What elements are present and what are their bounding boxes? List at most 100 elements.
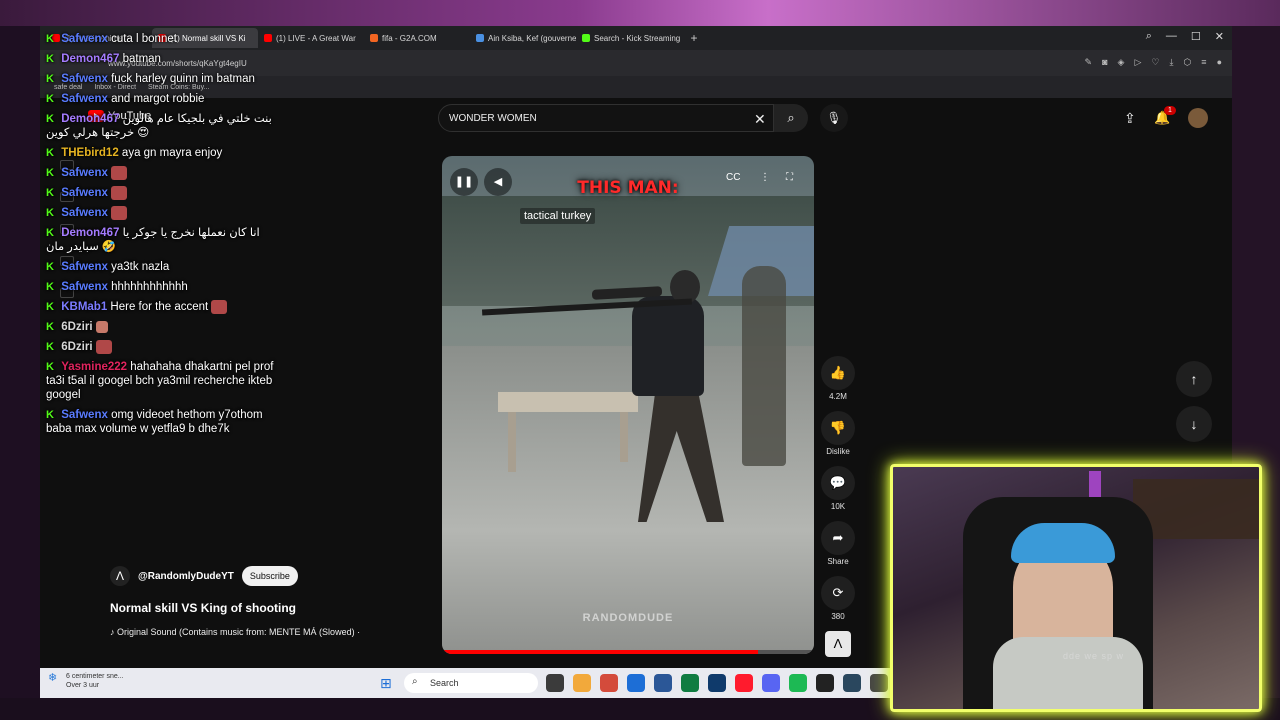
weather-widget[interactable]: ❄ 6 centimeter sne... Over 3 uur	[48, 672, 124, 690]
play-icon[interactable]: ▷	[1134, 57, 1141, 68]
heart-icon[interactable]: ♡	[1151, 57, 1159, 68]
taskbar-apps	[546, 674, 888, 692]
tab-4[interactable]: Ain Ksiba, Kef (gouvernem	[470, 28, 576, 48]
sound-avatar[interactable]: Ʌ	[825, 631, 851, 657]
kick-icon: K	[46, 261, 54, 274]
captions-icon[interactable]: CC	[726, 172, 740, 183]
edit-icon[interactable]: ✎	[1085, 57, 1093, 68]
taskbar-search-label: Search	[430, 678, 459, 688]
dislike-button[interactable]: 👎 Dislike	[818, 411, 858, 456]
profile-icon[interactable]: ●	[1217, 57, 1222, 68]
video-progress-fill	[442, 650, 759, 654]
camera-icon[interactable]: ◙	[1102, 57, 1107, 68]
sound-info[interactable]: ♪ Original Sound (Contains music from: M…	[110, 627, 360, 637]
volume-icon: ◀	[493, 176, 503, 188]
video-caption: tactical turkey	[520, 208, 596, 224]
chat-username: Yasmine222	[61, 361, 128, 374]
chat-message: K Yasmine222 hahahaha dhakartni pel prof…	[46, 360, 286, 402]
sweater-text: dde we sp w	[1063, 651, 1125, 661]
new-tab-button[interactable]: +	[686, 30, 702, 46]
like-button[interactable]: 👍 4.2M	[818, 356, 858, 401]
channel-avatar[interactable]: Ʌ	[110, 566, 130, 586]
comments-button[interactable]: 💬 10K	[818, 466, 858, 511]
search-button[interactable]: ⌕	[774, 104, 808, 132]
pause-button[interactable]: ❚❚	[450, 168, 478, 196]
kick-icon: K	[46, 33, 54, 45]
subscribe-button[interactable]: Subscribe	[241, 566, 298, 586]
more-options-icon[interactable]: ⋮	[760, 172, 770, 183]
share-button[interactable]: ➦ Share	[818, 521, 858, 566]
edge-icon[interactable]	[627, 674, 645, 692]
maximize-icon[interactable]: ☐	[1191, 30, 1201, 43]
tab-5[interactable]: Search - Kick Streaming	[576, 28, 682, 48]
upload-icon[interactable]: ⇪	[1124, 110, 1136, 127]
outlook-icon[interactable]	[654, 674, 672, 692]
tab-3[interactable]: fifa - G2A.COM	[364, 28, 470, 48]
volume-button[interactable]: ◀	[484, 168, 512, 196]
search-input[interactable]: WONDER WOMEN	[438, 104, 774, 132]
short-video-player[interactable]: THIS MAN: tactical turkey ❚❚ ◀ CC ⋮ ⛶ RA…	[442, 156, 814, 654]
video-watermark: RANDOMDUDE	[582, 612, 674, 624]
copilot-icon[interactable]	[573, 674, 591, 692]
chat-message: K Demon467 انا كان نعملها نخرج يا جوكر ي…	[46, 226, 286, 254]
stream-background-left	[0, 26, 40, 720]
dislike-label: Dislike	[826, 447, 850, 456]
chat-text: Here for the accent	[110, 301, 209, 314]
cube-icon[interactable]: ⬡	[1183, 57, 1191, 68]
chat-message: K Safwenx and margot robbie	[46, 92, 286, 106]
share-icon: ➦	[821, 521, 855, 555]
xbox-icon[interactable]	[681, 674, 699, 692]
minimize-icon[interactable]: —	[1166, 30, 1177, 43]
thumbs-down-icon: 👎	[821, 411, 855, 445]
thumbs-up-icon: 👍	[821, 356, 855, 390]
previous-short-button[interactable]: ↑	[1176, 361, 1212, 397]
taskbar-search[interactable]: ⌕ Search	[404, 673, 538, 693]
close-icon[interactable]: ✕	[1215, 30, 1224, 43]
remix-button[interactable]: ⟳ 380	[818, 576, 858, 621]
snow-icon: ❄	[48, 672, 58, 684]
search-icon: ⌕	[787, 110, 795, 125]
short-actions: 👍 4.2M 👎 Dislike 💬 10K ➦ Share ⟳ 380 Ʌ	[818, 356, 858, 657]
video-progress-bar[interactable]	[442, 650, 814, 654]
chat-text: batman	[122, 53, 161, 65]
chat-message: K Safwenx ya3tk nazla	[46, 260, 286, 274]
kick-icon: K	[46, 113, 54, 125]
tab-label: Search - Kick Streaming	[594, 33, 681, 43]
fullscreen-icon[interactable]: ⛶	[786, 172, 793, 183]
chat-username: Demon467	[61, 227, 120, 240]
comment-icon: 💬	[821, 466, 855, 500]
toolbar-icons: ✎ ◙ ◈ ▷ ♡ ⤓ ⬡ ≡ ●	[1085, 57, 1222, 68]
menu-icon[interactable]: ≡	[1201, 57, 1206, 68]
window-controls: ⌕ — ☐ ✕	[1146, 30, 1224, 43]
chat-username: Demon467	[61, 53, 120, 65]
next-short-button[interactable]: ↓	[1176, 406, 1212, 442]
opera-icon[interactable]	[735, 674, 753, 692]
spotify-icon[interactable]	[789, 674, 807, 692]
download-icon[interactable]: ⤓	[1169, 57, 1173, 68]
chat-username: 6Dziri	[61, 321, 93, 334]
chat-message: K THEbird12 aya gn mayra enjoy	[46, 146, 286, 160]
steam-icon[interactable]	[843, 674, 861, 692]
obs-icon[interactable]	[870, 674, 888, 692]
explorer-icon[interactable]	[708, 674, 726, 692]
short-title[interactable]: Normal skill VS King of shooting	[110, 601, 296, 615]
avatar[interactable]	[1188, 108, 1208, 128]
chat-message: K Safwenx	[46, 166, 286, 180]
chat-message: K 6Dziri	[46, 320, 286, 334]
capcut-icon[interactable]	[816, 674, 834, 692]
arrow-down-icon: ↓	[1190, 416, 1198, 432]
chrome-icon[interactable]	[600, 674, 618, 692]
shield-icon[interactable]: ◈	[1118, 57, 1125, 68]
search-tabs-icon[interactable]: ⌕	[1146, 30, 1152, 43]
clear-search-icon[interactable]: ✕	[754, 111, 766, 128]
voice-search-button[interactable]: 🎙	[820, 104, 848, 132]
channel-name[interactable]: @RandomlyDudeYT	[138, 571, 234, 582]
start-button[interactable]: ⊞	[380, 675, 396, 691]
task-view-icon[interactable]	[546, 674, 564, 692]
chat-message: K 6Dziri	[46, 340, 286, 355]
search-icon: ⌕	[412, 676, 418, 687]
chat-text: aya gn mayra enjoy	[121, 147, 223, 159]
chat-text: fuck harley quinn im batman	[111, 73, 255, 85]
discord-icon[interactable]	[762, 674, 780, 692]
mic-icon: 🎙	[826, 111, 842, 125]
